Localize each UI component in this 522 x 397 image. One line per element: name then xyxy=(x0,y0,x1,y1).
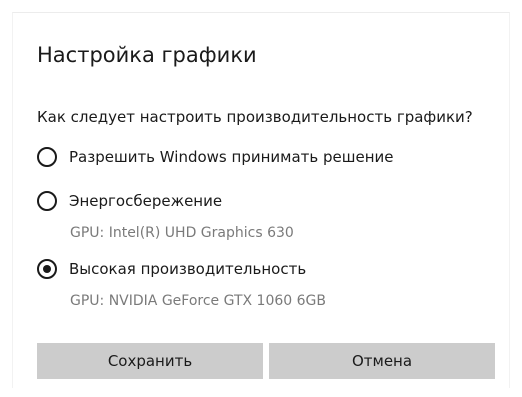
option-label-let-windows-decide: Разрешить Windows принимать решение xyxy=(69,148,394,166)
cancel-button[interactable]: Отмена xyxy=(269,343,495,379)
gpu-high-performance: GPU: NVIDIA GeForce GTX 1060 6GB xyxy=(70,293,326,309)
option-power-saving[interactable]: Энергосбережение xyxy=(37,191,222,211)
radio-power-saving[interactable] xyxy=(37,191,57,211)
performance-question: Как следует настроить производительность… xyxy=(37,108,473,126)
dialog-title: Настройка графики xyxy=(37,43,257,67)
gpu-power-saving: GPU: Intel(R) UHD Graphics 630 xyxy=(70,225,294,241)
option-label-high-performance: Высокая производительность xyxy=(69,260,307,278)
save-button[interactable]: Сохранить xyxy=(37,343,263,379)
option-label-power-saving: Энергосбережение xyxy=(69,192,223,210)
option-high-performance[interactable]: Высокая производительность xyxy=(37,259,306,279)
option-let-windows-decide[interactable]: Разрешить Windows принимать решение xyxy=(37,147,394,167)
radio-let-windows-decide[interactable] xyxy=(37,147,57,167)
graphics-settings-dialog: Настройка графики Как следует настроить … xyxy=(12,12,510,388)
radio-high-performance[interactable] xyxy=(37,259,57,279)
